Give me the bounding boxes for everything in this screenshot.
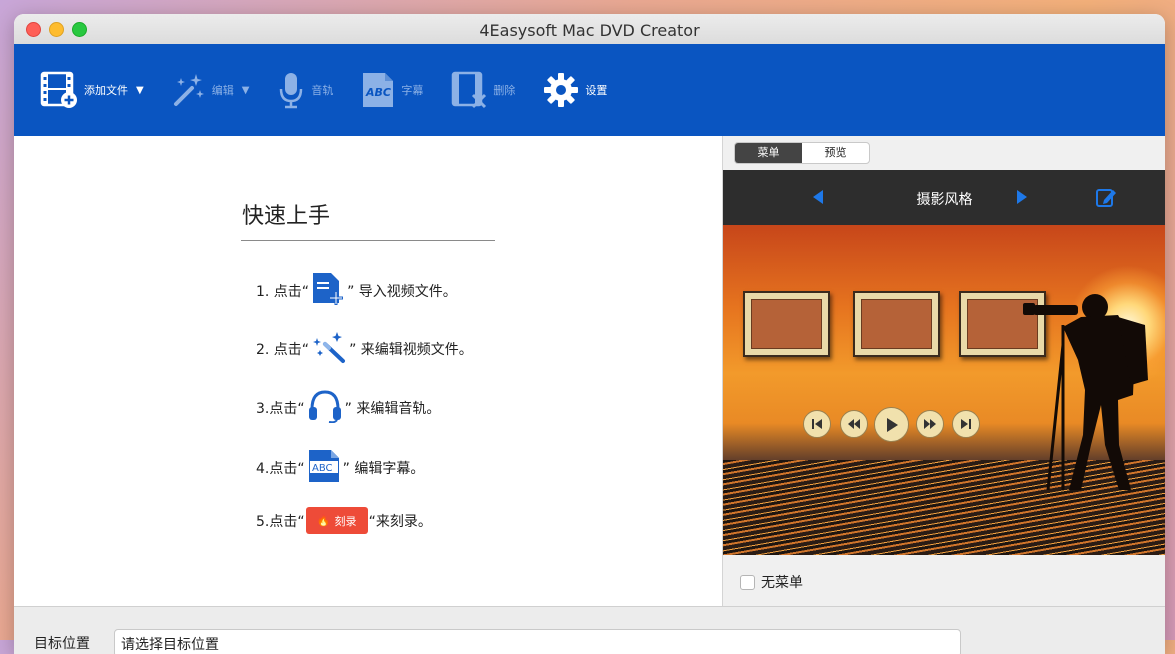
step-suffix: ” 导入视频文件。 (347, 284, 457, 300)
subtitle-button[interactable]: ABC 字幕 (361, 71, 423, 109)
step-suffix: “来刻录。 (368, 513, 432, 530)
edit-menu-icon[interactable] (1095, 186, 1117, 208)
step-suffix: ” 来编辑视频文件。 (349, 342, 473, 358)
delete-button[interactable]: 删除 (451, 71, 515, 109)
quick-start-step-2: 2. 点击“ ” 来编辑视频文件。 (256, 330, 473, 368)
next-theme-arrow-icon[interactable] (1017, 190, 1027, 204)
abc-subtitle-icon: ABC (363, 73, 394, 107)
step-suffix: ” 来编辑音轨。 (344, 401, 441, 417)
skip-next-icon (961, 419, 971, 429)
headphones-icon (307, 389, 343, 427)
add-file-icon (311, 271, 345, 311)
main-toolbar: 添加文件 ▼ 编辑 ▼ 音轨 ABC 字幕 删除 设置 (14, 44, 1165, 136)
add-file-button[interactable]: 添加文件 ▼ (40, 71, 144, 109)
menu-preview-image (723, 225, 1165, 555)
burn-button-icon: 🔥 刻录 (305, 507, 368, 534)
film-add-icon (40, 71, 77, 108)
rewind-icon (848, 419, 860, 429)
step-suffix: ” 编辑字幕。 (342, 461, 425, 477)
chapter-thumbnail-frame[interactable] (853, 291, 940, 357)
magic-wand-icon (173, 74, 204, 106)
microphone-icon (280, 73, 303, 109)
quick-start-step-4: 4.点击“ ABC ” 编辑字幕。 (256, 448, 424, 488)
fast-forward-icon (924, 419, 936, 429)
subtitle-label: 字幕 (401, 84, 424, 97)
add-file-label: 添加文件 (84, 84, 128, 97)
burn-label: 刻录 (334, 514, 357, 528)
app-window: 4Easysoft Mac DVD Creator 添加文件 ▼ 编辑 ▼ 音轨… (14, 14, 1165, 654)
svg-text:ABC: ABC (312, 463, 333, 474)
destination-select[interactable]: 请选择目标位置 (114, 629, 961, 654)
chapter-thumbnail-frame[interactable] (743, 291, 830, 357)
svg-text:ABC: ABC (365, 86, 391, 99)
audio-track-label: 音轨 (311, 84, 334, 97)
tab-preview[interactable]: 预览 (802, 143, 869, 163)
menu-panel: 菜单 预览 摄影风格 无菜单 (722, 136, 1165, 606)
quick-start-step-3: 3.点击“ ” 来编辑音轨。 (256, 389, 440, 427)
gear-icon (544, 73, 579, 107)
no-menu-checkbox[interactable] (740, 574, 755, 590)
chevron-down-icon[interactable]: ▼ (136, 85, 144, 96)
tab-menu[interactable]: 菜单 (735, 143, 802, 163)
audio-track-button[interactable]: 音轨 (277, 71, 333, 109)
photographer-silhouette (1023, 294, 1148, 491)
quick-start-panel: 快速上手 1. 点击“ ” 导入视频文件。 2. 点击“ ” 来编辑视频文件。 … (14, 136, 722, 606)
quick-start-step-1: 1. 点击“ ” 导入视频文件。 (256, 271, 457, 311)
skip-next-button[interactable] (952, 410, 980, 438)
flame-icon: 🔥 (316, 514, 331, 527)
delete-label: 删除 (493, 84, 516, 97)
quick-start-step-5: 5.点击“ 🔥 刻录 “来刻录。 (256, 507, 432, 534)
edit-label: 编辑 (211, 84, 234, 97)
chevron-down-icon[interactable]: ▼ (242, 85, 250, 96)
abc-subtitle-icon: ABC (307, 448, 341, 488)
fast-forward-button[interactable] (916, 410, 944, 438)
play-button[interactable] (874, 407, 909, 442)
step-prefix: 3.点击“ (256, 401, 305, 417)
edit-button[interactable]: 编辑 ▼ (172, 72, 250, 108)
play-icon (886, 417, 898, 432)
skip-previous-icon (812, 419, 822, 429)
no-menu-option[interactable]: 无菜单 (740, 572, 803, 592)
step-prefix: 5.点击“ (256, 513, 305, 530)
destination-bar: 目标位置 请选择目标位置 (14, 606, 1165, 654)
no-menu-label: 无菜单 (761, 575, 803, 591)
rewind-button[interactable] (840, 410, 868, 438)
magic-wand-icon (311, 330, 347, 368)
main-content: 快速上手 1. 点击“ ” 导入视频文件。 2. 点击“ ” 来编辑视频文件。 … (14, 136, 1165, 606)
step-prefix: 2. 点击“ (256, 342, 310, 358)
settings-button[interactable]: 设置 (543, 72, 607, 108)
title-divider (241, 240, 495, 241)
step-prefix: 1. 点击“ (256, 284, 310, 300)
menu-preview-toggle: 菜单 预览 (734, 142, 870, 164)
window-title: 4Easysoft Mac DVD Creator (479, 21, 700, 40)
skip-previous-button[interactable] (803, 410, 831, 438)
settings-label: 设置 (585, 84, 608, 97)
film-delete-icon (452, 71, 487, 109)
destination-placeholder: 请选择目标位置 (121, 637, 219, 653)
destination-label: 目标位置 (34, 636, 90, 652)
step-prefix: 4.点击“ (256, 461, 305, 477)
theme-selector: 摄影风格 (723, 170, 1165, 225)
quick-start-title: 快速上手 (242, 204, 331, 229)
title-bar: 4Easysoft Mac DVD Creator (14, 14, 1165, 45)
